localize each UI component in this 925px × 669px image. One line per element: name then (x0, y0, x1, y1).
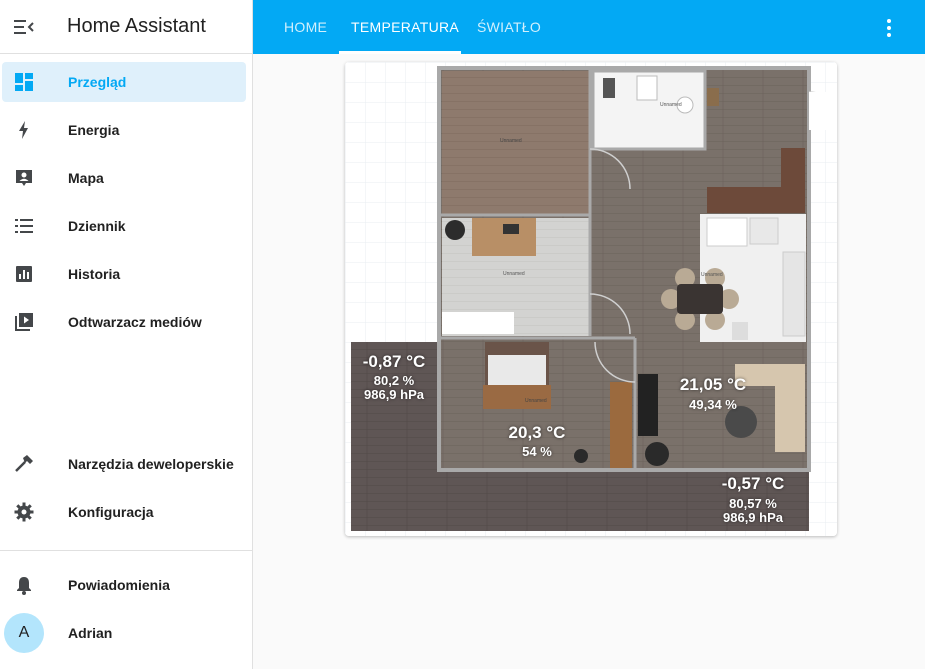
sidebar-item-label: Powiadomienia (68, 577, 170, 593)
app-title: Home Assistant (67, 15, 206, 37)
hammer-icon (2, 454, 46, 474)
media-play-icon (2, 312, 46, 332)
sidebar-item-label: Odtwarzacz mediów (68, 314, 202, 330)
outside-right-humidity[interactable]: 80,57 % (709, 496, 797, 511)
floorplan-card: Unnamed Unnamed Unnamed Unnamed Unnamed … (345, 62, 837, 536)
chart-bar-icon (2, 264, 46, 284)
sidebar-item-developer-tools[interactable]: Narzędzia deweloperskie (2, 444, 246, 484)
sidebar-divider (0, 550, 252, 551)
bedroom-temperature[interactable]: 20,3 °C (497, 423, 577, 443)
sidebar: Home Assistant Przegląd Energia Mapa Dzi… (0, 0, 253, 669)
sidebar-item-przeglad[interactable]: Przegląd (2, 62, 246, 102)
living-temperature[interactable]: 21,05 °C (670, 375, 756, 395)
bell-icon (2, 575, 46, 595)
outside-left-pressure[interactable]: 986,9 hPa (357, 387, 431, 402)
room-label: Unnamed (660, 102, 682, 108)
room-label: Unnamed (500, 138, 522, 144)
room-label: Unnamed (701, 272, 723, 278)
room-label: Unnamed (503, 271, 525, 277)
outside-right-temperature[interactable]: -0,57 °C (709, 474, 797, 494)
sidebar-item-label: Energia (68, 122, 120, 138)
active-tab-indicator (339, 51, 461, 54)
bedroom-humidity[interactable]: 54 % (497, 444, 577, 459)
sidebar-item-label: Przegląd (68, 74, 127, 90)
menu-open-icon (14, 19, 34, 34)
sidebar-item-label: Konfiguracja (68, 504, 154, 520)
sidebar-item-label: Dziennik (68, 218, 126, 234)
room-label: Unnamed (525, 398, 547, 404)
sidebar-item-mapa[interactable]: Mapa (2, 158, 246, 198)
menu-collapse-button[interactable] (0, 3, 48, 51)
sidebar-item-label: Historia (68, 266, 121, 282)
sidebar-item-user[interactable]: A Adrian (2, 613, 246, 653)
sidebar-item-notifications[interactable]: Powiadomienia (2, 565, 246, 605)
map-account-icon (2, 168, 46, 188)
outside-right-pressure[interactable]: 986,9 hPa (709, 510, 797, 525)
sidebar-item-label: Narzędzia deweloperskie (68, 456, 234, 472)
living-humidity[interactable]: 49,34 % (670, 397, 756, 412)
list-icon (2, 216, 46, 236)
gear-icon (2, 502, 46, 522)
user-name: Adrian (68, 625, 113, 641)
sidebar-item-historia[interactable]: Historia (2, 254, 246, 294)
outside-left-temperature[interactable]: -0,87 °C (357, 352, 431, 372)
dashboard-icon (2, 72, 46, 92)
sidebar-item-label: Mapa (68, 170, 104, 186)
avatar-wrap: A (2, 613, 46, 653)
avatar: A (4, 613, 44, 653)
app: Home Assistant Przegląd Energia Mapa Dzi… (0, 0, 925, 669)
sidebar-item-energia[interactable]: Energia (2, 110, 246, 150)
sidebar-item-media[interactable]: Odtwarzacz mediów (2, 302, 246, 342)
tab-swiatlo[interactable]: ŚWIATŁO (477, 0, 541, 54)
floorplan-image: Unnamed Unnamed Unnamed Unnamed Unnamed (345, 62, 837, 536)
lightning-icon (2, 120, 46, 140)
dots-vertical-icon (887, 19, 891, 37)
tab-home[interactable]: HOME (284, 0, 327, 54)
tab-temperatura[interactable]: TEMPERATURA (351, 0, 459, 54)
sidebar-header: Home Assistant (0, 0, 252, 54)
outside-left-humidity[interactable]: 80,2 % (357, 373, 431, 388)
sidebar-item-dziennik[interactable]: Dziennik (2, 206, 246, 246)
more-options-button[interactable] (877, 16, 901, 40)
top-app-bar: HOME TEMPERATURA ŚWIATŁO (253, 0, 925, 54)
sidebar-item-konfiguracja[interactable]: Konfiguracja (2, 492, 246, 532)
